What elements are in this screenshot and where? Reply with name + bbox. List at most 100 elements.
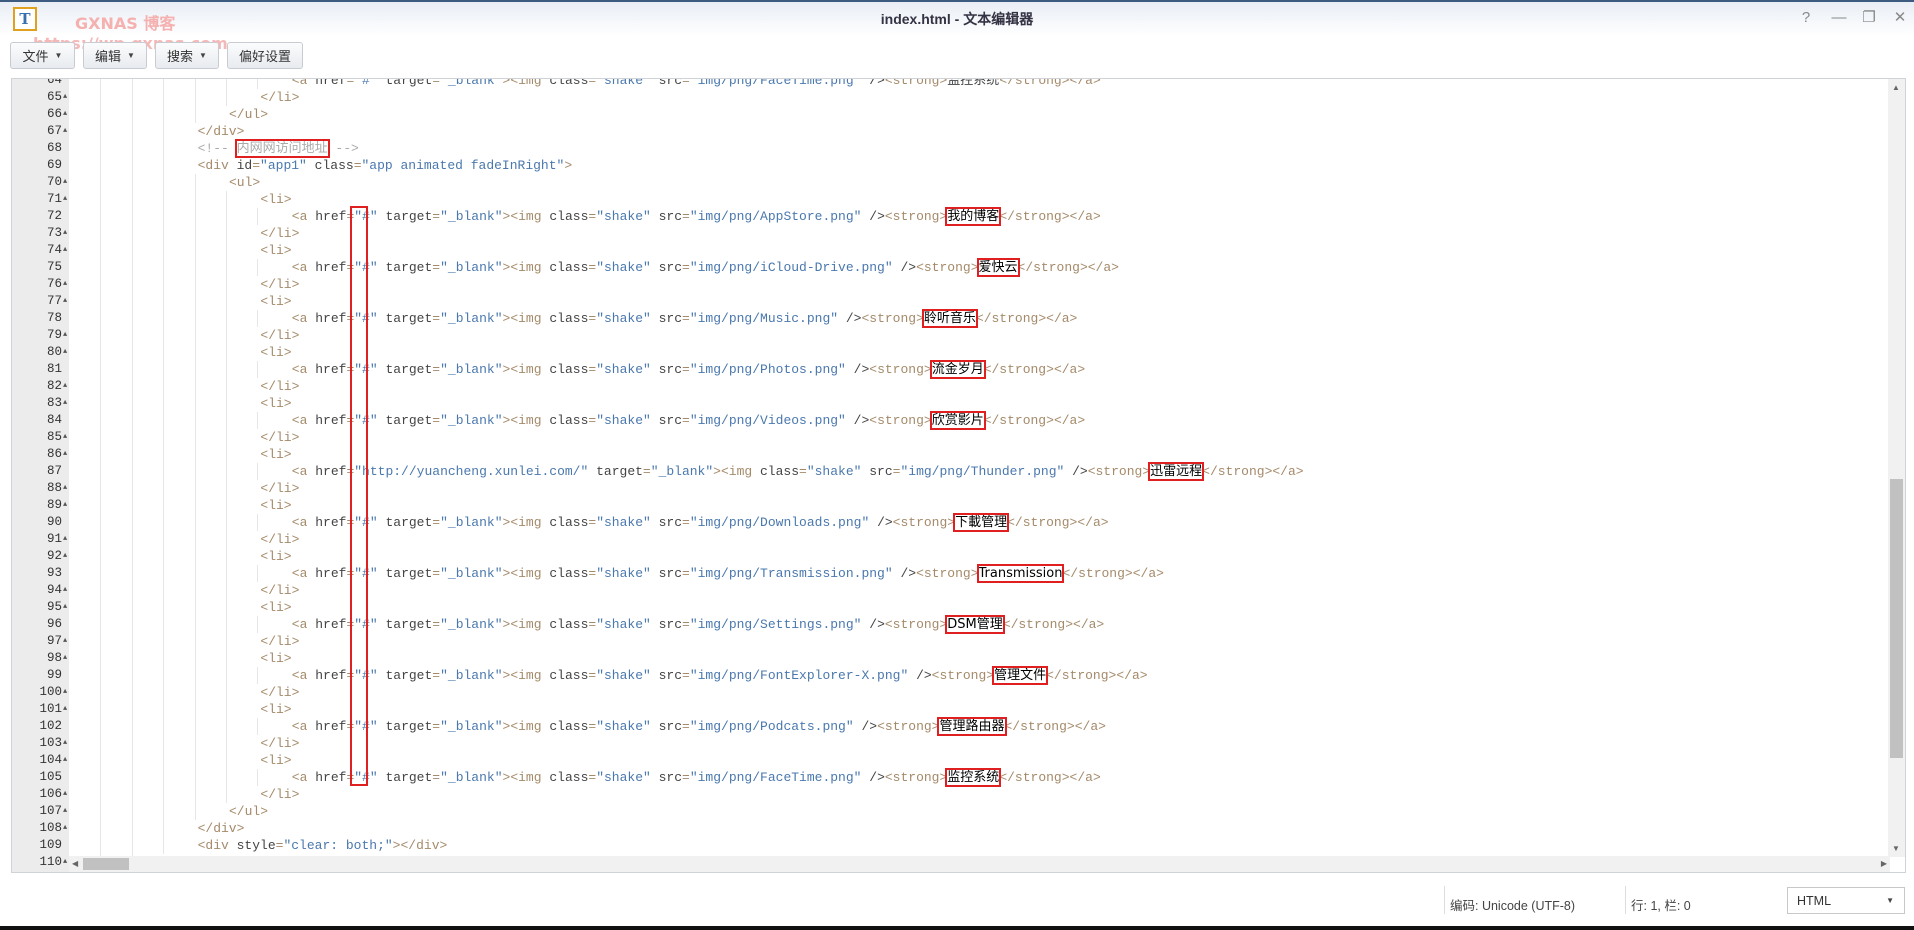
scroll-down-icon[interactable]: ▼ bbox=[1892, 844, 1900, 853]
code-line[interactable]: 86 ▲ <li> bbox=[12, 446, 1890, 463]
minimize-icon[interactable]: — bbox=[1828, 8, 1850, 28]
code-line[interactable]: 94 ▲ </li> bbox=[12, 582, 1890, 599]
code-line[interactable]: 64 <a href="#" target="_blank"><img class… bbox=[12, 79, 1890, 89]
code-line[interactable]: 109 <div style="clear: both;"></div> bbox=[12, 837, 1890, 854]
fold-arrow-icon[interactable]: ▲ bbox=[63, 293, 67, 310]
code-line[interactable]: 77 ▲ <li> bbox=[12, 293, 1890, 310]
fold-arrow-icon[interactable]: ▲ bbox=[63, 242, 67, 259]
scroll-right-icon[interactable]: ▶ bbox=[1881, 859, 1887, 868]
fold-arrow-icon[interactable]: ▲ bbox=[63, 327, 67, 344]
edit-menu-button[interactable]: 编辑 ▼ bbox=[83, 42, 147, 69]
code-line[interactable]: 82 ▲ </li> bbox=[12, 378, 1890, 395]
fold-arrow-icon[interactable]: ▲ bbox=[63, 344, 67, 361]
scroll-left-icon[interactable]: ◀ bbox=[72, 859, 78, 868]
search-menu-button[interactable]: 搜索 ▼ bbox=[155, 42, 219, 69]
code-line[interactable]: 95 ▲ <li> bbox=[12, 599, 1890, 616]
code-lines[interactable]: 64 <a href="#" target="_blank"><img class… bbox=[12, 79, 1890, 871]
code-line[interactable]: 73 ▲ </li> bbox=[12, 225, 1890, 242]
code-line[interactable]: 88 ▲ </li> bbox=[12, 480, 1890, 497]
horizontal-scrollbar-thumb[interactable] bbox=[83, 858, 129, 870]
code-line[interactable]: 75 <a href="#" target="_blank"><img class… bbox=[12, 258, 1890, 277]
horizontal-scrollbar[interactable]: ◀ ▶ bbox=[69, 856, 1890, 872]
code-text: <li> bbox=[260, 447, 292, 462]
code-line[interactable]: 100 ▲ </li> bbox=[12, 684, 1890, 701]
fold-arrow-icon[interactable]: ▲ bbox=[63, 276, 67, 293]
code-line[interactable]: 79 ▲ </li> bbox=[12, 327, 1890, 344]
fold-arrow-icon[interactable]: ▲ bbox=[63, 446, 67, 463]
code-line[interactable]: 104 ▲ <li> bbox=[12, 752, 1890, 769]
fold-arrow-icon[interactable]: ▲ bbox=[63, 497, 67, 514]
fold-arrow-icon[interactable]: ▲ bbox=[63, 820, 67, 837]
fold-arrow-icon[interactable]: ▲ bbox=[63, 786, 67, 803]
fold-arrow-icon[interactable]: ▲ bbox=[63, 174, 67, 191]
fold-arrow-icon[interactable]: ▲ bbox=[63, 191, 67, 208]
close-icon[interactable]: ✕ bbox=[1889, 8, 1911, 28]
fold-arrow-icon[interactable]: ▲ bbox=[63, 599, 67, 616]
code-line[interactable]: 103 ▲ </li> bbox=[12, 735, 1890, 752]
code-line[interactable]: 78 <a href="#" target="_blank"><img class… bbox=[12, 309, 1890, 328]
code-line[interactable]: 80 ▲ <li> bbox=[12, 344, 1890, 361]
code-line[interactable]: 84 <a href="#" target="_blank"><img class… bbox=[12, 411, 1890, 430]
code-line[interactable]: 106 ▲ </li> bbox=[12, 786, 1890, 803]
code-line[interactable]: 96 <a href="#" target="_blank"><img class… bbox=[12, 615, 1890, 634]
code-line[interactable]: 65 ▲ </li> bbox=[12, 89, 1890, 106]
code-line[interactable]: 72 <a href="#" target="_blank"><img class… bbox=[12, 207, 1890, 226]
code-line[interactable]: 81 <a href="#" target="_blank"><img class… bbox=[12, 360, 1890, 379]
code-line[interactable]: 66 ▲ </ul> bbox=[12, 106, 1890, 123]
help-icon[interactable]: ? bbox=[1795, 8, 1817, 28]
code-line[interactable]: 69 <div id="app1" class="app animated fad… bbox=[12, 157, 1890, 174]
code-line[interactable]: 71 ▲ <li> bbox=[12, 191, 1890, 208]
indent-guide bbox=[100, 718, 102, 735]
preferences-button[interactable]: 偏好设置 bbox=[227, 42, 303, 69]
code-line[interactable]: 107 ▲ </ul> bbox=[12, 803, 1890, 820]
fold-arrow-icon[interactable]: ▲ bbox=[63, 429, 67, 446]
code-line[interactable]: 91 ▲ </li> bbox=[12, 531, 1890, 548]
code-line[interactable]: 76 ▲ </li> bbox=[12, 276, 1890, 293]
indent-guide bbox=[257, 616, 259, 633]
fold-arrow-icon[interactable]: ▲ bbox=[63, 378, 67, 395]
indent-guide bbox=[163, 633, 165, 650]
fold-arrow-icon[interactable]: ▲ bbox=[63, 752, 67, 769]
fold-arrow-icon[interactable]: ▲ bbox=[63, 106, 67, 123]
fold-arrow-icon[interactable]: ▲ bbox=[63, 633, 67, 650]
code-line[interactable]: 102 <a href="#" target="_blank"><img clas… bbox=[12, 717, 1890, 736]
code-line[interactable]: 99 <a href="#" target="_blank"><img class… bbox=[12, 666, 1890, 685]
vertical-scrollbar[interactable]: ▲ ▼ bbox=[1888, 79, 1905, 857]
restore-icon[interactable]: ❐ bbox=[1858, 8, 1880, 28]
code-editor[interactable]: 64 <a href="#" target="_blank"><img class… bbox=[11, 78, 1906, 873]
code-line[interactable]: 74 ▲ <li> bbox=[12, 242, 1890, 259]
fold-arrow-icon[interactable]: ▲ bbox=[63, 582, 67, 599]
code-line[interactable]: 97 ▲ </li> bbox=[12, 633, 1890, 650]
code-line[interactable]: 70 ▲ <ul> bbox=[12, 174, 1890, 191]
vertical-scrollbar-thumb[interactable] bbox=[1890, 479, 1903, 758]
fold-arrow-icon[interactable]: ▲ bbox=[63, 803, 67, 820]
code-line[interactable]: 92 ▲ <li> bbox=[12, 548, 1890, 565]
fold-arrow-icon[interactable]: ▲ bbox=[63, 89, 67, 106]
code-line[interactable]: 105 <a href="#" target="_blank"><img clas… bbox=[12, 768, 1890, 787]
file-menu-button[interactable]: 文件 ▼ bbox=[10, 42, 75, 69]
fold-arrow-icon[interactable]: ▲ bbox=[63, 548, 67, 565]
scroll-up-icon[interactable]: ▲ bbox=[1892, 83, 1900, 92]
code-line[interactable]: 85 ▲ </li> bbox=[12, 429, 1890, 446]
code-line[interactable]: 101 ▲ <li> bbox=[12, 701, 1890, 718]
fold-arrow-icon[interactable]: ▲ bbox=[63, 854, 67, 871]
fold-arrow-icon[interactable]: ▲ bbox=[63, 684, 67, 701]
code-line[interactable]: 108 ▲ </div> bbox=[12, 820, 1890, 837]
code-line[interactable]: 98 ▲ <li> bbox=[12, 650, 1890, 667]
code-line[interactable]: 89 ▲ <li> bbox=[12, 497, 1890, 514]
fold-arrow-icon[interactable]: ▲ bbox=[63, 735, 67, 752]
fold-arrow-icon[interactable]: ▲ bbox=[63, 480, 67, 497]
code-line[interactable]: 90 <a href="#" target="_blank"><img class… bbox=[12, 513, 1890, 532]
fold-arrow-icon[interactable]: ▲ bbox=[63, 395, 67, 412]
code-line[interactable]: 87 <a href="http://yuancheng.xunlei.com/"… bbox=[12, 462, 1890, 481]
fold-arrow-icon[interactable]: ▲ bbox=[63, 650, 67, 667]
code-line[interactable]: 83 ▲ <li> bbox=[12, 395, 1890, 412]
code-line[interactable]: 68 <!-- 内网网访问地址 --> bbox=[12, 139, 1890, 158]
fold-arrow-icon[interactable]: ▲ bbox=[63, 531, 67, 548]
fold-arrow-icon[interactable]: ▲ bbox=[63, 701, 67, 718]
code-line[interactable]: 93 <a href="#" target="_blank"><img class… bbox=[12, 564, 1890, 583]
language-select[interactable]: HTML ▼ bbox=[1787, 887, 1905, 914]
fold-arrow-icon[interactable]: ▲ bbox=[63, 225, 67, 242]
fold-arrow-icon[interactable]: ▲ bbox=[63, 123, 67, 140]
code-line[interactable]: 67 ▲ </div> bbox=[12, 123, 1890, 140]
